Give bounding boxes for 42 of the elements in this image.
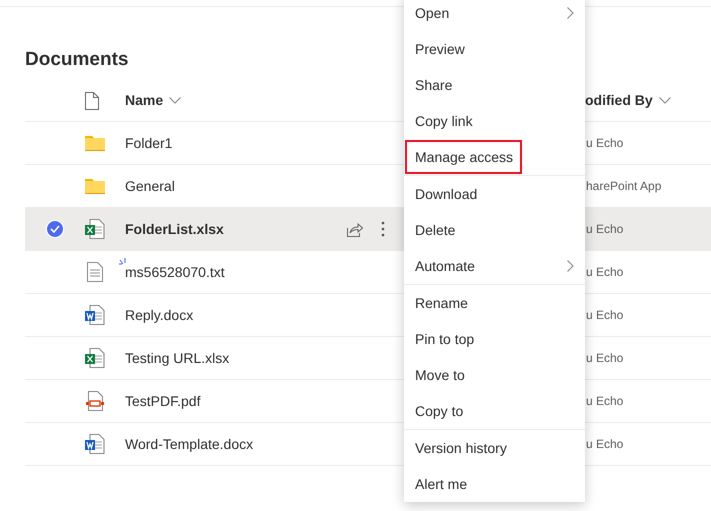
folder-icon	[85, 178, 105, 194]
menu-item[interactable]: Manage access	[405, 140, 522, 174]
name-column-header[interactable]: Name	[125, 90, 182, 111]
document-icon	[85, 434, 105, 454]
menu-item[interactable]: Download	[405, 177, 584, 211]
menu-item[interactable]: Automate	[405, 249, 584, 283]
document-icon	[85, 305, 105, 325]
page-title: Documents	[25, 48, 128, 72]
pdf-file-icon	[86, 391, 104, 411]
modified-by-cell-text: u Echo	[585, 350, 624, 367]
file-name[interactable]: Reply.docx	[125, 304, 194, 326]
modified-by-cell-text: u Echo	[585, 307, 624, 324]
file-name[interactable]: TestPDF.pdf	[125, 390, 200, 412]
file-name[interactable]: FolderList.xlsx	[125, 218, 224, 240]
file-type-icon	[85, 92, 99, 110]
spreadsheet-icon	[85, 348, 105, 368]
modified-by-cell-text: u Echo	[585, 436, 624, 453]
file-name[interactable]: ms56528070.txt	[125, 262, 225, 282]
menu-item[interactable]: Share	[405, 68, 584, 102]
folder-icon	[85, 135, 105, 151]
share-icon[interactable]	[347, 222, 363, 236]
modified-by-cell-text: u Echo	[585, 393, 624, 410]
text-file-icon	[87, 262, 103, 282]
file-name[interactable]: General	[125, 176, 175, 196]
check-circle-icon[interactable]	[46, 220, 64, 238]
menu-item[interactable]: Preview	[405, 32, 584, 66]
modified-by-column-header[interactable]: odified By	[585, 90, 711, 111]
chevron-down-icon	[169, 97, 182, 104]
spreadsheet-icon	[85, 219, 105, 239]
more-options-icon[interactable]	[381, 221, 385, 237]
menu-item[interactable]: Open	[405, 0, 584, 30]
modified-by-cell-text: u Echo	[585, 221, 624, 238]
file-name[interactable]: Word-Template.docx	[125, 434, 254, 454]
chevron-down-icon	[658, 97, 671, 104]
menu-item[interactable]: Delete	[405, 213, 584, 247]
menu-item[interactable]: Alert me	[405, 467, 584, 501]
menu-item[interactable]: Version history	[405, 431, 584, 465]
modified-by-cell-text: harePoint App	[585, 178, 662, 195]
file-name[interactable]: Folder1	[125, 132, 172, 154]
modified-by-cell-text: u Echo	[585, 135, 624, 152]
modified-by-cell-text: u Echo	[585, 264, 624, 281]
file-name[interactable]: Testing URL.xlsx	[125, 348, 230, 368]
